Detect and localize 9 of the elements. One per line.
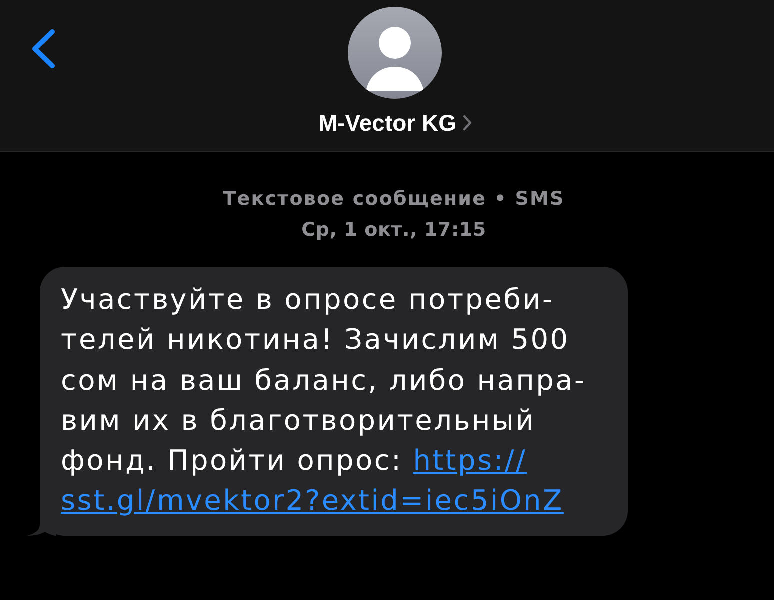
chevron-right-icon [462, 115, 472, 131]
back-icon[interactable] [31, 29, 56, 69]
avatar-icon [348, 7, 442, 99]
message-service-label: Текстовое сообщение • SMS [223, 187, 565, 212]
message-timestamp: Ср, 1 окт., 17:15 [302, 218, 486, 243]
message-text: Участвуйте в опросе потреби- телей никотина! Зачислим 500 сом на ваш баланс, либо напра- вим их в благотворительный фонд. Пройти опрос: https:// sst.gl/mvektor2?extid=iec5iOnZ [61, 282, 588, 520]
contact-name-button[interactable]: M-Vector KG [318, 109, 472, 137]
link[interactable]: sst.gl/mvektor2?extid=iec5iOnZ [61, 484, 564, 518]
link[interactable]: https:// [413, 444, 528, 478]
